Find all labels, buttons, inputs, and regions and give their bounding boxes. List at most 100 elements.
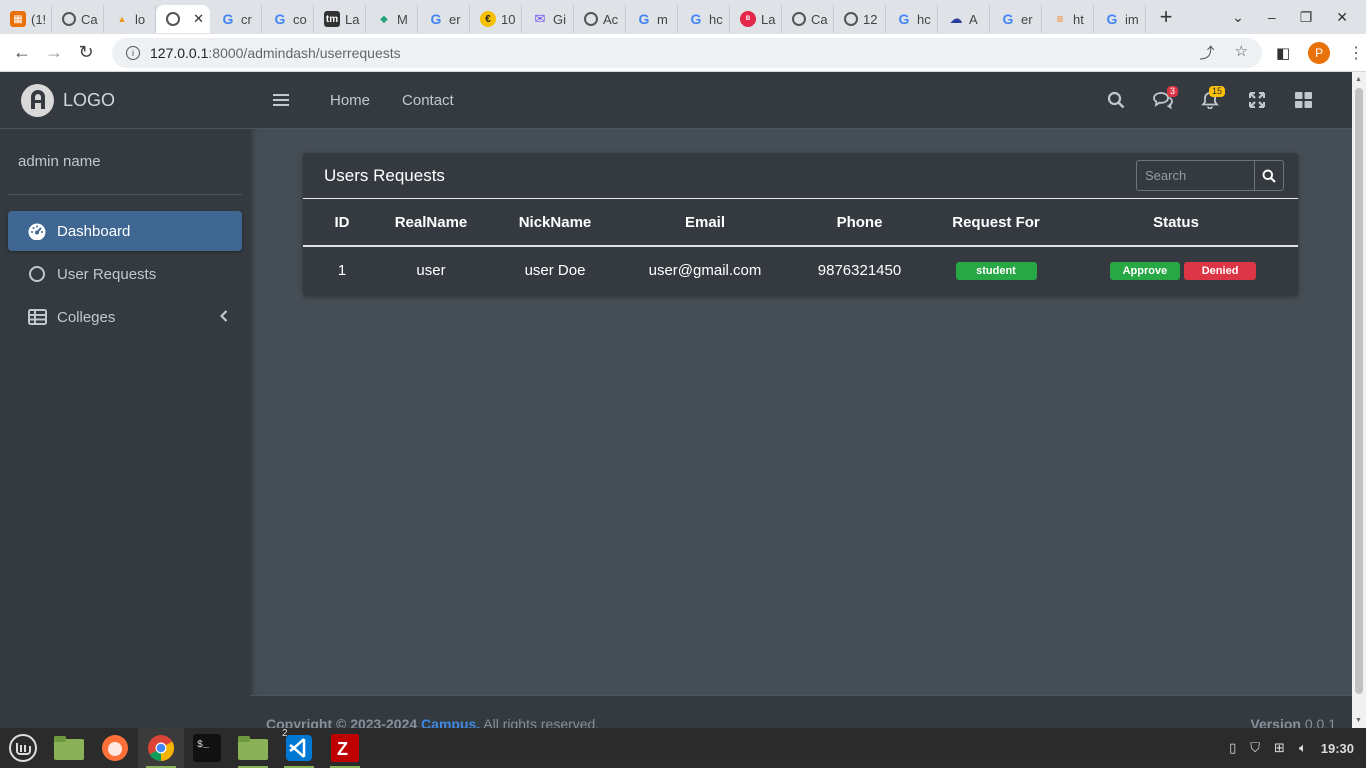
browser-tab[interactable]: Gcr	[210, 5, 262, 33]
sidebar-item-dashboard[interactable]: Dashboard	[8, 211, 242, 251]
share-icon[interactable]: ⤴	[1200, 42, 1215, 63]
profile-avatar[interactable]: P	[1308, 41, 1331, 64]
brand-link[interactable]: LOGO	[0, 72, 250, 129]
table-header-row: ID RealName NickName Email Phone Request…	[303, 199, 1298, 247]
globe-favicon-icon	[584, 12, 598, 26]
cell-email: user@gmail.com	[648, 262, 762, 279]
scroll-down-icon[interactable]: ▼	[1355, 717, 1362, 724]
denied-button[interactable]: Denied	[1184, 262, 1257, 280]
browser-tab[interactable]: Ger	[990, 5, 1042, 33]
mint-menu-icon[interactable]	[0, 728, 46, 768]
coin-favicon-icon: €	[480, 11, 496, 27]
address-bar[interactable]: i 127.0.0.1:8000/admindash/userrequests …	[112, 37, 1262, 68]
top-navbar: Home Contact 3 15	[250, 72, 1352, 129]
firefox-icon[interactable]	[92, 728, 138, 768]
circle-icon	[27, 264, 47, 284]
show-desktop-icon[interactable]	[46, 728, 92, 768]
sidebar-nav: Dashboard User Requests Colleges	[0, 195, 250, 337]
side-panel-icon[interactable]: ◧	[1276, 44, 1290, 62]
browser-tab[interactable]: Gim	[1094, 5, 1146, 33]
google-favicon-icon: G	[1106, 11, 1118, 27]
tab-search-icon[interactable]: ⌄	[1232, 9, 1244, 26]
messages-icon[interactable]: 3	[1139, 85, 1186, 115]
scrollbar-thumb[interactable]	[1355, 88, 1363, 694]
globe-favicon-icon	[62, 12, 76, 26]
files-icon[interactable]	[230, 728, 276, 768]
table-search-group	[1136, 160, 1284, 191]
url-host: 127.0.0.1	[150, 44, 209, 61]
reload-icon[interactable]: ↻	[70, 42, 102, 63]
notifications-bell-icon[interactable]: 15	[1186, 85, 1233, 115]
vscode-icon[interactable]: 2	[276, 728, 322, 768]
page-scrollbar[interactable]: ▲ ▼	[1352, 72, 1366, 728]
card-title: Users Requests	[324, 165, 445, 185]
google-favicon-icon: G	[1002, 11, 1014, 27]
search-icon[interactable]	[1092, 85, 1139, 115]
brand-text: LOGO	[63, 89, 116, 110]
forward-icon[interactable]: →	[38, 42, 70, 63]
user-panel[interactable]: admin name	[8, 129, 242, 195]
browser-tab[interactable]: B La	[730, 5, 782, 33]
new-tab-button[interactable]: +	[1146, 4, 1186, 30]
footer-brand-link[interactable]: Campus.	[421, 716, 480, 728]
browser-tab[interactable]: Ger	[418, 5, 470, 33]
scroll-up-icon[interactable]: ▲	[1355, 76, 1362, 83]
sidebar-item-user-requests[interactable]: User Requests	[8, 254, 242, 294]
close-window-icon[interactable]: ✕	[1336, 9, 1348, 26]
envelope-favicon-icon: ✉	[534, 11, 546, 26]
browser-tab[interactable]: €10	[470, 5, 522, 33]
google-favicon-icon: G	[690, 11, 702, 27]
sidebar-item-colleges[interactable]: Colleges	[8, 297, 242, 337]
browser-tab[interactable]: ◆ M	[366, 5, 418, 33]
browser-tab[interactable]: ≡ ht	[1042, 5, 1094, 33]
filezilla-icon[interactable]: Z	[322, 728, 368, 768]
browser-tab[interactable]: ▲ lo	[104, 5, 156, 33]
volume-icon[interactable]: 🔈︎	[1299, 740, 1307, 756]
browser-tab[interactable]: Gm	[626, 5, 678, 33]
browser-tab[interactable]: Ghc	[678, 5, 730, 33]
clock[interactable]: 19:30	[1321, 741, 1354, 756]
browser-tab[interactable]: ▦ (1!	[0, 5, 52, 33]
clipboard-icon[interactable]: ▯	[1229, 740, 1236, 756]
browser-tab[interactable]: ☁ A	[938, 5, 990, 33]
fullscreen-expand-icon[interactable]	[1233, 85, 1280, 115]
hamburger-menu-icon[interactable]	[273, 94, 289, 106]
menu-kebab-icon[interactable]: ⋮	[1348, 43, 1364, 63]
page-footer: Copyright © 2023-2024 Campus. All rights…	[250, 695, 1352, 728]
cell-phone: 9876321450	[817, 262, 902, 279]
cell-nickname: user Doe	[524, 262, 586, 279]
nav-link-home[interactable]: Home	[330, 92, 370, 109]
browser-tab[interactable]: Gco	[262, 5, 314, 33]
browser-tab[interactable]: 12	[834, 5, 886, 33]
column-header: Phone	[781, 199, 938, 247]
browser-tab-active[interactable]: ✕	[156, 5, 210, 33]
bookmark-star-icon[interactable]: ☆	[1235, 42, 1248, 63]
browser-tab[interactable]: tm La	[314, 5, 366, 33]
cell-realname: user	[416, 262, 446, 279]
os-taskbar: $_ 2 Z ▯ ⛉ ⊞ 🔈︎ 19:30	[0, 728, 1366, 768]
terminal-icon[interactable]: $_	[184, 728, 230, 768]
close-tab-icon[interactable]: ✕	[193, 11, 204, 27]
restore-icon[interactable]: ❐	[1300, 9, 1313, 26]
window-controls: ⌄ – ❐ ✕	[1232, 9, 1366, 26]
search-input[interactable]	[1136, 160, 1254, 191]
column-header: Email	[629, 199, 781, 247]
browser-tab[interactable]: Ac	[574, 5, 626, 33]
browser-tab[interactable]: ✉ Gi	[522, 5, 574, 33]
nav-link-contact[interactable]: Contact	[402, 92, 454, 109]
approve-button[interactable]: Approve	[1109, 262, 1180, 280]
back-icon[interactable]: ←	[6, 42, 38, 63]
network-icon[interactable]: ⊞	[1274, 740, 1285, 756]
tm-favicon-icon: tm	[324, 11, 340, 27]
browser-tab[interactable]: Ca	[782, 5, 834, 33]
minimize-icon[interactable]: –	[1268, 9, 1276, 26]
request-for-badge: student	[955, 262, 1037, 280]
browser-tab[interactable]: Ghc	[886, 5, 938, 33]
chrome-icon[interactable]	[138, 728, 184, 768]
control-sidebar-grid-icon[interactable]	[1280, 85, 1327, 115]
shield-icon[interactable]: ⛉	[1250, 740, 1260, 756]
site-info-icon[interactable]: i	[126, 45, 140, 60]
search-button[interactable]	[1254, 160, 1284, 191]
google-favicon-icon: G	[274, 11, 286, 27]
browser-tab[interactable]: Ca	[52, 5, 104, 33]
